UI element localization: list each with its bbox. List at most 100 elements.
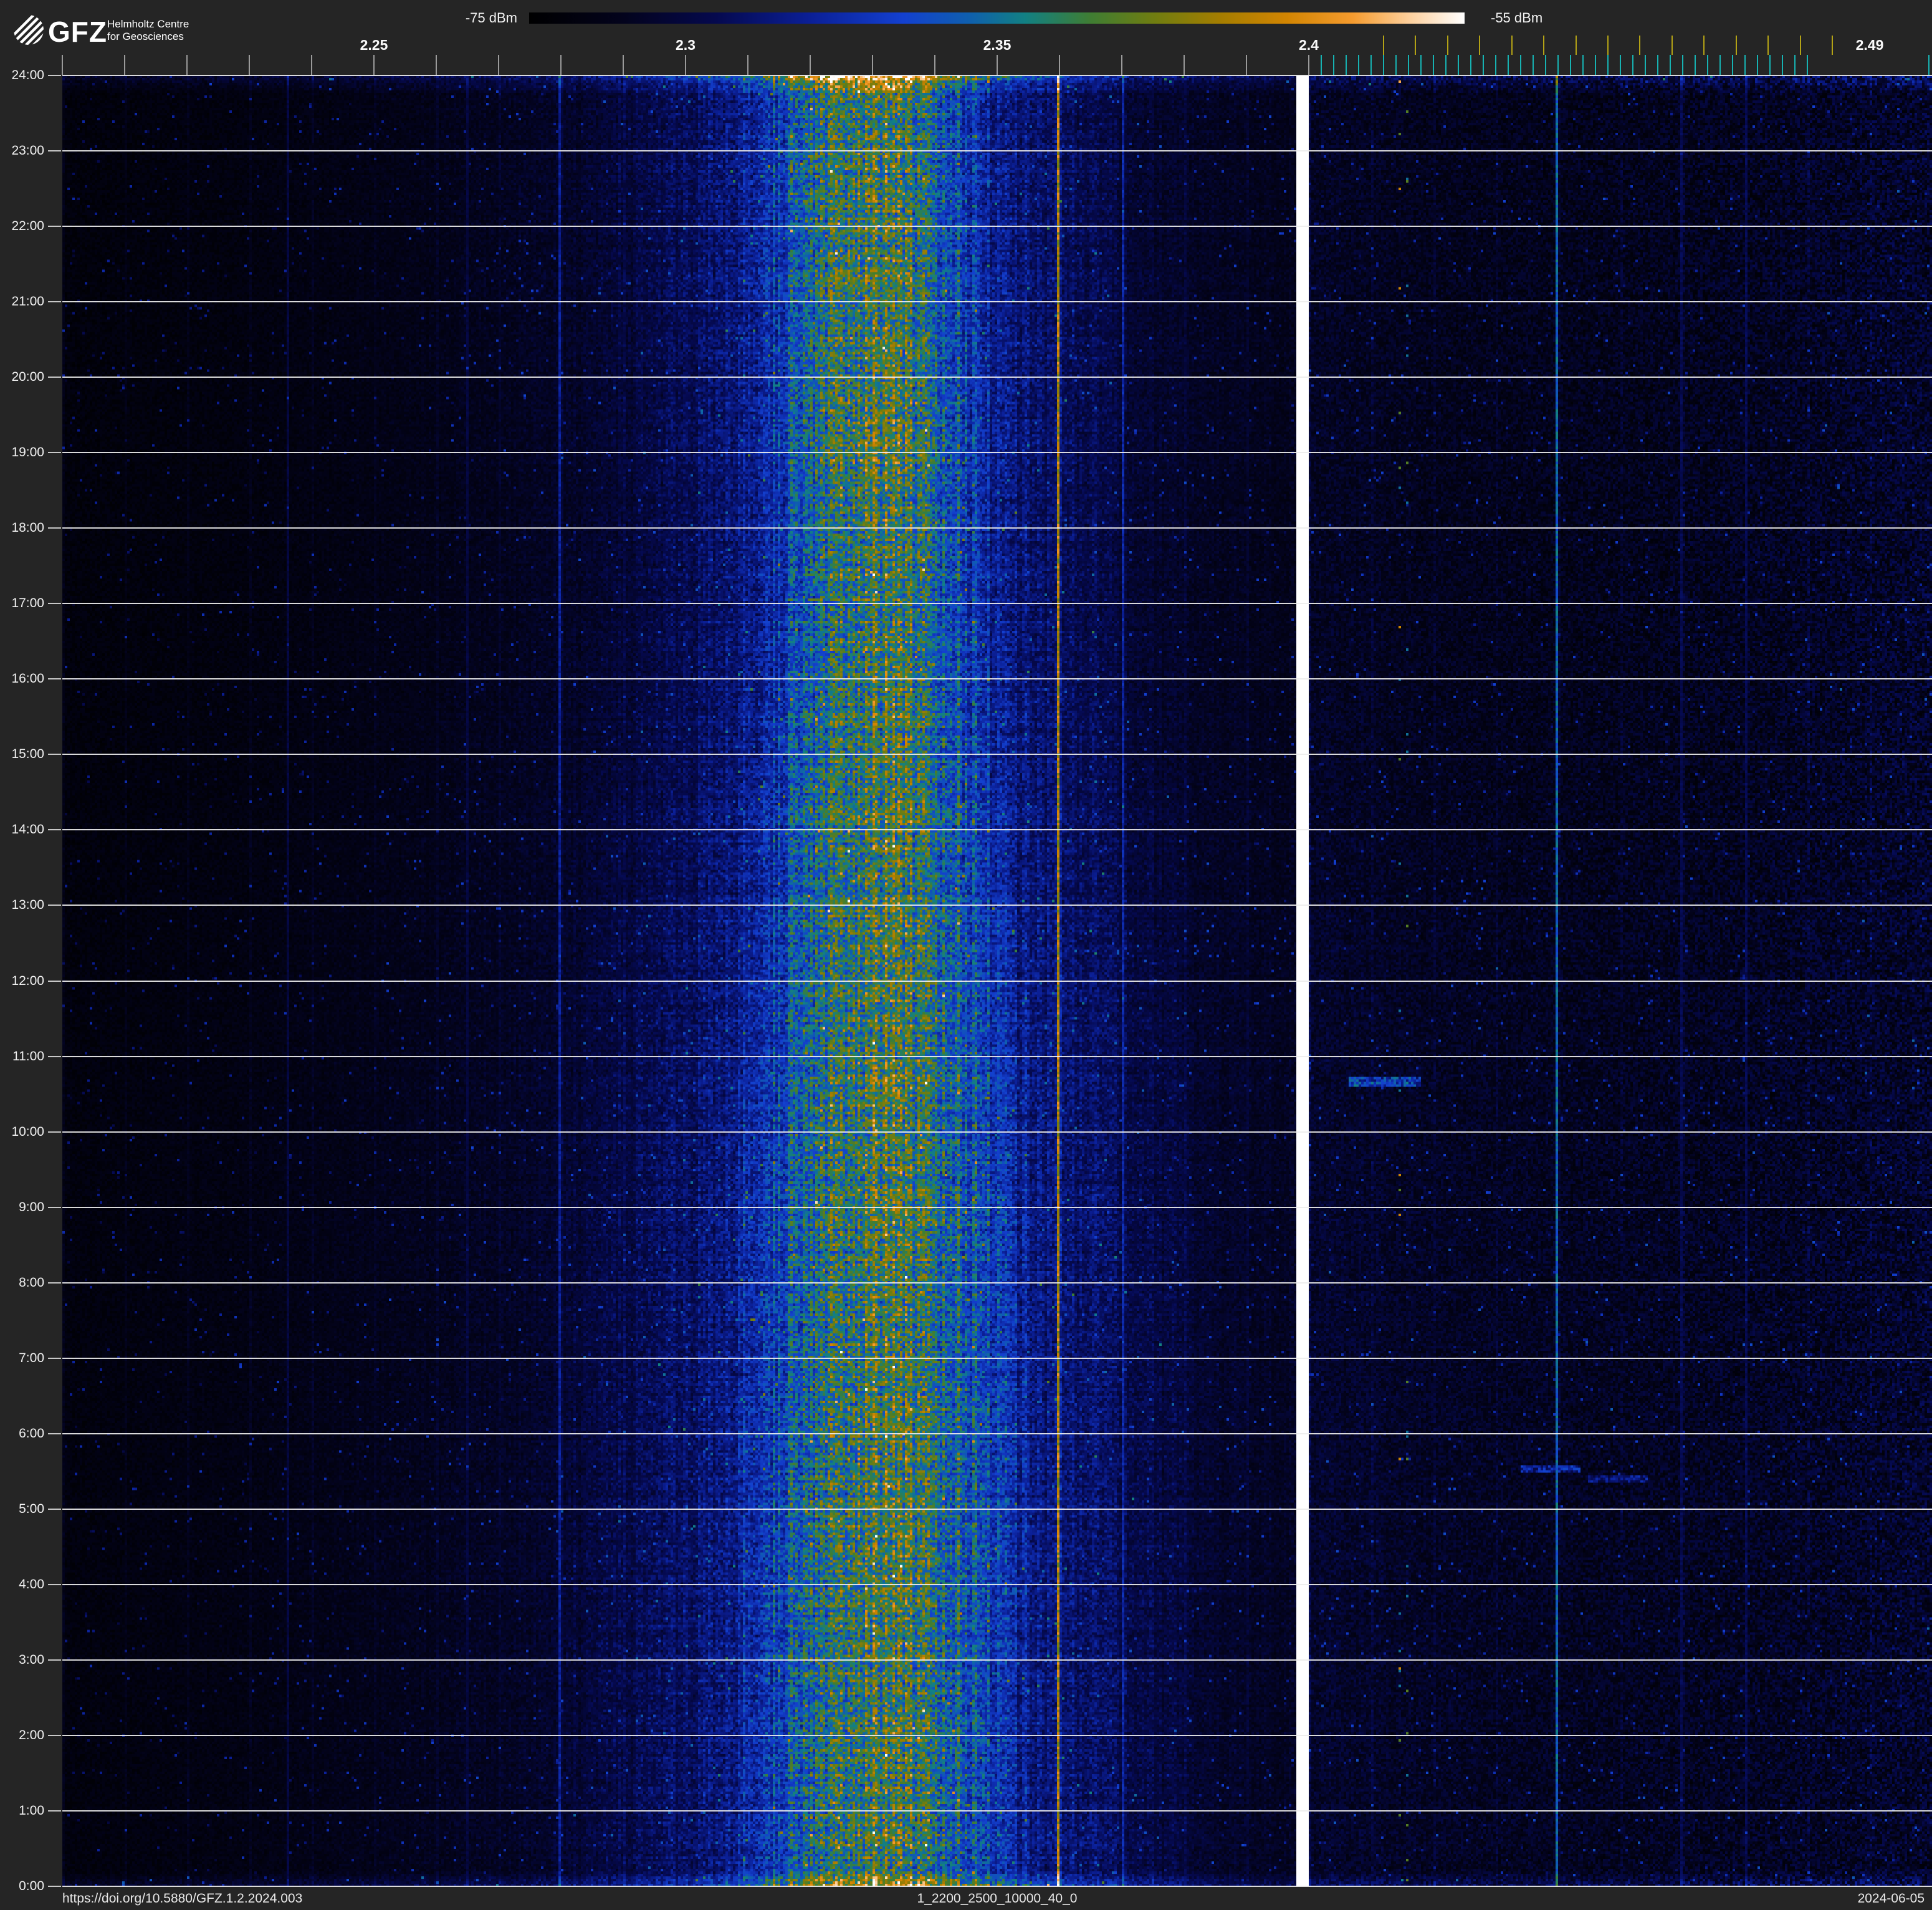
time-tick <box>48 301 61 303</box>
channel-tick-cyan <box>1670 55 1671 75</box>
channel-tick-cyan <box>1794 55 1796 75</box>
hour-gridline <box>62 1734 1932 1736</box>
channel-tick-cyan <box>1520 55 1521 75</box>
hour-gridline <box>62 1583 1932 1585</box>
colorbar-min-label: -75 dBm <box>465 10 517 26</box>
channel-tick-yellow <box>1767 36 1769 55</box>
channel-tick-cyan <box>1695 55 1696 75</box>
time-tick-label: 14:00 <box>11 822 44 837</box>
hour-gridline <box>62 1055 1932 1057</box>
freq-tick-label: 2.35 <box>983 37 1011 53</box>
hour-gridline <box>62 1206 1932 1208</box>
freq-tick-minor <box>1059 55 1060 75</box>
hour-gridline <box>62 226 1932 228</box>
time-tick <box>48 829 61 831</box>
time-tick <box>48 377 61 378</box>
time-tick-label: 10:00 <box>11 1124 44 1139</box>
channel-tick-yellow <box>1735 36 1737 55</box>
channel-tick-yellow <box>1703 36 1705 55</box>
time-tick-label: 24:00 <box>11 68 44 82</box>
channel-tick-cyan <box>1782 55 1783 75</box>
channel-tick-cyan <box>1732 55 1733 75</box>
colorbar-max-label: -55 dBm <box>1491 10 1543 26</box>
time-tick <box>48 1886 61 1887</box>
channel-tick-cyan <box>1570 55 1571 75</box>
time-tick <box>48 1659 61 1661</box>
time-tick <box>48 1055 61 1057</box>
time-tick-label: 23:00 <box>11 143 44 158</box>
hour-gridline <box>62 754 1932 756</box>
hour-gridline <box>62 905 1932 906</box>
freq-tick-minor <box>1308 55 1309 75</box>
time-tick-label: 18:00 <box>11 521 44 535</box>
spectrogram-page: { "header": { "logo": { "acronym": "GFZ"… <box>0 0 1932 1910</box>
freq-tick-label: 2.3 <box>676 37 696 53</box>
freq-tick-label: 2.25 <box>360 37 388 53</box>
freq-tick-label: 2.4 <box>1299 37 1319 53</box>
time-tick <box>48 150 61 152</box>
time-tick <box>48 75 61 76</box>
freq-tick-minor <box>62 55 63 75</box>
hour-gridline <box>62 1508 1932 1510</box>
freq-tick-label: 2.49 <box>1855 37 1884 53</box>
time-tick-label: 1:00 <box>19 1803 44 1818</box>
time-tick <box>48 1508 61 1510</box>
freq-tick-minor <box>311 55 312 75</box>
time-tick-label: 17:00 <box>11 596 44 611</box>
time-tick-label: 5:00 <box>19 1501 44 1516</box>
channel-tick-yellow <box>1415 36 1417 55</box>
time-tick-label: 4:00 <box>19 1576 44 1591</box>
channel-tick-cyan <box>1645 55 1646 75</box>
colorbar <box>529 12 1465 24</box>
time-tick <box>48 1282 61 1284</box>
time-tick-label: 21:00 <box>11 294 44 309</box>
channel-tick-yellow <box>1383 36 1384 55</box>
channel-tick-cyan <box>1445 55 1447 75</box>
filename-text: 1_2200_2500_10000_40_0 <box>917 1891 1078 1906</box>
hour-gridline <box>62 1357 1932 1359</box>
hour-gridline <box>62 603 1932 605</box>
channel-tick-cyan <box>1707 55 1708 75</box>
time-tick-label: 9:00 <box>19 1199 44 1214</box>
logo-subtitle-line2: for Geosciences <box>107 31 184 42</box>
channel-tick-cyan <box>1607 55 1609 75</box>
hour-gridline <box>62 1282 1932 1284</box>
time-tick-label: 22:00 <box>11 219 44 234</box>
channel-tick-yellow <box>1607 36 1609 55</box>
channel-tick-cyan <box>1632 55 1633 75</box>
time-tick <box>48 603 61 605</box>
channel-tick-cyan <box>1508 55 1509 75</box>
channel-tick-cyan <box>1358 55 1359 75</box>
time-tick-label: 8:00 <box>19 1275 44 1290</box>
time-tick-label: 3:00 <box>19 1652 44 1667</box>
time-tick-label: 12:00 <box>11 973 44 988</box>
channel-tick-yellow <box>1799 36 1801 55</box>
channel-tick-cyan <box>1333 55 1334 75</box>
time-tick-label: 7:00 <box>19 1350 44 1365</box>
hour-gridline <box>62 1886 1932 1887</box>
hour-gridline <box>62 75 1932 76</box>
time-tick <box>48 226 61 228</box>
time-tick-label: 6:00 <box>19 1426 44 1441</box>
channel-tick-cyan <box>1807 55 1808 75</box>
hour-gridline <box>62 829 1932 831</box>
channel-tick-cyan <box>1370 55 1372 75</box>
channel-tick-cyan <box>1595 55 1596 75</box>
date-text: 2024-06-05 <box>1857 1891 1925 1906</box>
freq-tick-minor <box>373 55 375 75</box>
gfz-logo-subtitle: Helmholtz Centre for Geosciences <box>107 18 189 43</box>
hour-gridline <box>62 301 1932 303</box>
channel-tick-cyan <box>1321 55 1322 75</box>
time-tick-label: 16:00 <box>11 671 44 686</box>
channel-tick-cyan <box>1533 55 1534 75</box>
channel-tick-cyan <box>1470 55 1471 75</box>
channel-tick-yellow <box>1671 36 1673 55</box>
channel-tick-cyan <box>1383 55 1384 75</box>
channel-tick-cyan <box>1395 55 1397 75</box>
channel-tick-cyan <box>1620 55 1621 75</box>
freq-tick-minor <box>436 55 437 75</box>
channel-tick-cyan <box>1582 55 1584 75</box>
channel-tick-yellow <box>1832 36 1833 55</box>
hour-gridline <box>62 527 1932 529</box>
time-tick <box>48 1432 61 1434</box>
